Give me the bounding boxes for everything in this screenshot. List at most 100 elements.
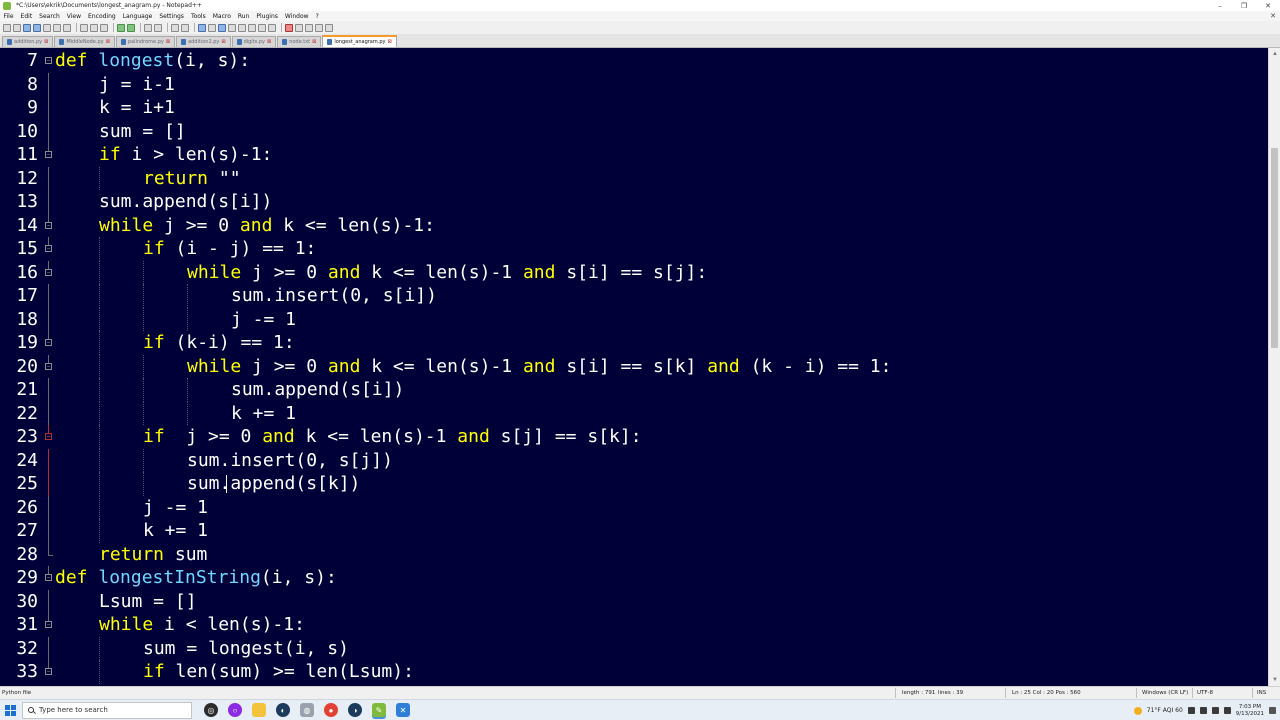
task-view-icon[interactable]: ◎ [204, 703, 218, 717]
notifications-icon[interactable] [1269, 707, 1276, 714]
tab-close-icon[interactable]: ⊠ [221, 39, 225, 45]
zoom-in-icon[interactable] [171, 23, 179, 32]
system-clock[interactable]: 7:03 PM 9/13/2021 [1236, 704, 1264, 718]
vertical-scrollbar[interactable]: ▲ ▼ [1268, 48, 1280, 686]
tab-digits-py[interactable]: digits.py ⊠ [231, 36, 277, 47]
code-line[interactable]: if i > len(s)-1: [99, 143, 272, 167]
menu-settings[interactable]: Settings [156, 13, 188, 20]
scroll-up-icon[interactable]: ▲ [1271, 50, 1279, 58]
fold-toggle-icon[interactable]: − [45, 362, 52, 370]
scrollbar-thumb[interactable] [1271, 148, 1278, 348]
code-line[interactable]: if j >= 0 and k <= len(s)-1 and s[j] == … [143, 425, 642, 449]
fold-margin-marker[interactable]: − [45, 49, 52, 73]
code-line[interactable]: if (k-i) == 1: [143, 331, 295, 355]
code-line[interactable]: def longestInString(i, s): [55, 566, 337, 590]
fold-margin-marker[interactable]: − [45, 213, 52, 238]
notepad-plus-plus-taskbar-icon[interactable]: ✎ [372, 703, 386, 717]
network-icon[interactable] [1211, 707, 1219, 714]
fold-toggle-icon[interactable]: − [45, 621, 52, 628]
code-line[interactable]: return sum [99, 543, 207, 567]
code-line[interactable]: sum = [] [99, 120, 186, 144]
code-line[interactable]: def longest(i, s): [55, 49, 250, 73]
code-line[interactable]: sum = longest(i, s) [143, 637, 349, 661]
menu-encoding[interactable]: Encoding [85, 13, 120, 20]
fold-margin-marker[interactable]: − [45, 613, 52, 637]
open-file-icon[interactable] [13, 23, 21, 32]
code-line[interactable]: while j >= 0 and k <= len(s)-1 and s[i] … [187, 261, 707, 285]
vscode-icon[interactable]: ✕ [396, 703, 410, 717]
fold-toggle-icon[interactable]: − [45, 245, 52, 252]
fold-toggle-icon[interactable]: − [45, 339, 52, 346]
menu-view[interactable]: View [63, 13, 84, 20]
fold-toggle-icon[interactable]: − [45, 268, 52, 276]
fold-toggle-icon[interactable]: − [45, 221, 52, 229]
code-line[interactable]: while j >= 0 and k <= len(s)-1 and s[i] … [187, 355, 891, 379]
code-line[interactable]: Lsum = [] [99, 590, 197, 614]
cut-icon[interactable] [80, 23, 88, 32]
code-line[interactable]: if (i - j) == 1: [143, 237, 316, 261]
code-editor[interactable]: 7 8 9 10 11 12 13 14 15 16 17 18 19 20 21 22 23 24 25 26 27 2… [0, 48, 1268, 686]
save-icon[interactable] [23, 23, 31, 32]
tab-palindrome-py[interactable]: palindrome.py ⊠ [115, 36, 176, 47]
monitoring-icon[interactable] [268, 23, 276, 32]
menu-tools[interactable]: Tools [187, 13, 209, 20]
code-line[interactable]: k = i+1 [99, 96, 175, 120]
fold-margin-marker[interactable]: − [45, 425, 52, 449]
close-file-icon[interactable] [43, 23, 51, 32]
fold-margin-marker[interactable]: − [45, 143, 52, 167]
code-line[interactable]: j -= 1 [231, 308, 296, 332]
word-wrap-icon[interactable] [208, 23, 216, 32]
code-line[interactable]: k += 1 [143, 519, 208, 543]
run-macro-multiple-icon[interactable] [315, 23, 323, 32]
menu-window[interactable]: Window [281, 13, 312, 20]
redo-icon[interactable] [127, 23, 135, 32]
tab-addition-py[interactable]: addition.py ⊠ [2, 36, 54, 47]
fold-margin-marker[interactable]: − [45, 354, 52, 379]
tab-addition2-py[interactable]: addition2.py ⊠ [176, 36, 231, 47]
zoom-out-icon[interactable] [181, 23, 189, 32]
close-document-icon[interactable]: ✕ [1270, 12, 1276, 20]
chrome-icon[interactable]: ● [324, 703, 338, 717]
record-macro-icon[interactable] [285, 23, 293, 32]
function-list-icon[interactable] [248, 23, 256, 32]
tab-longest_anagram-py[interactable]: longest_anagram.py ⊠ [322, 35, 397, 47]
find-icon[interactable] [144, 23, 152, 32]
code-line[interactable]: sum.append(s[i]) [231, 378, 404, 402]
sync-scroll-icon[interactable] [198, 23, 206, 32]
obs-icon[interactable]: ○ [228, 703, 242, 717]
menu-search[interactable]: Search [36, 13, 64, 20]
tab-close-icon[interactable]: ⊠ [312, 39, 316, 45]
tab-close-icon[interactable]: ⊠ [267, 39, 271, 45]
fold-margin-marker[interactable]: − [45, 331, 52, 355]
code-line[interactable]: sum.append(s[i]) [99, 190, 272, 214]
show-hidden-icons-icon[interactable] [1187, 707, 1195, 714]
maximize-button[interactable]: ❐ [1232, 0, 1256, 11]
onedrive-icon[interactable] [1199, 707, 1207, 714]
play-macro-icon[interactable] [305, 23, 313, 32]
code-line[interactable]: j = i-1 [99, 73, 175, 97]
minimize-button[interactable]: – [1208, 0, 1232, 11]
menu-language[interactable]: Language [119, 13, 156, 20]
close-all-icon[interactable] [53, 23, 61, 32]
close-button[interactable]: ✕ [1256, 0, 1280, 11]
code-line[interactable]: if len(sum) >= len(Lsum): [143, 660, 414, 684]
fold-toggle-icon[interactable]: − [45, 668, 52, 675]
scroll-down-icon[interactable]: ▼ [1271, 676, 1279, 684]
fold-toggle-icon[interactable]: − [45, 57, 52, 64]
volume-icon[interactable] [1223, 707, 1231, 714]
paste-icon[interactable] [100, 23, 108, 32]
tab-close-icon[interactable]: ⊠ [106, 39, 110, 45]
print-icon[interactable] [63, 23, 71, 32]
fold-margin-marker[interactable]: − [45, 237, 52, 261]
copy-icon[interactable] [90, 23, 98, 32]
code-line[interactable]: return "" [143, 167, 241, 191]
code-line[interactable]: sum.insert(0, s[i]) [231, 284, 437, 308]
undo-icon[interactable] [117, 23, 125, 32]
taskbar-search-box[interactable]: Type here to search [22, 701, 192, 719]
save-macro-icon[interactable] [325, 23, 333, 32]
fold-toggle-icon[interactable]: − [45, 151, 52, 158]
folder-workspace-icon[interactable] [258, 23, 266, 32]
fold-toggle-icon[interactable]: − [45, 433, 52, 440]
new-file-icon[interactable] [3, 23, 11, 32]
document-map-icon[interactable] [238, 23, 246, 32]
